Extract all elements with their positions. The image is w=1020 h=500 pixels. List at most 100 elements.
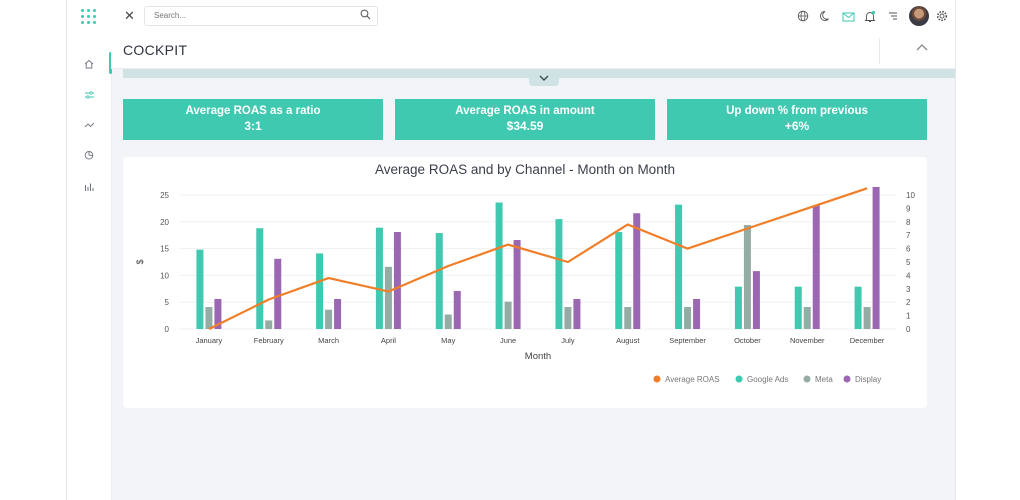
legend-label: Meta: [815, 375, 833, 384]
kpi-value: +6%: [784, 119, 810, 133]
search-input[interactable]: [152, 10, 346, 21]
legend-marker: [735, 375, 743, 383]
search-box[interactable]: [144, 6, 378, 26]
bar-meta: [504, 301, 512, 329]
bar-google-ads: [375, 227, 383, 329]
gear-icon[interactable]: [935, 9, 949, 23]
bar-meta: [624, 307, 632, 329]
kpi-value: $34.59: [506, 119, 544, 133]
x-tick-label: May: [441, 336, 455, 345]
bar-meta: [684, 307, 692, 329]
line-average-roas: [208, 187, 868, 330]
bar-google-ads: [196, 249, 204, 329]
y-tick-label: 10: [160, 271, 169, 280]
chart-card: Average ROAS and by Channel - Month on M…: [123, 157, 927, 408]
avatar[interactable]: [909, 6, 929, 26]
bar-meta: [564, 307, 572, 329]
bar-display: [872, 186, 880, 329]
header-divider: [879, 38, 880, 64]
x-tick-label: April: [381, 336, 396, 345]
mail-icon[interactable]: [841, 9, 855, 23]
search-icon[interactable]: [360, 9, 371, 20]
y2-tick-label: 3: [906, 285, 911, 294]
bar-display: [453, 290, 461, 329]
app-frame: ✕ COCKPIT Averag: [66, 0, 956, 500]
kpi-label: Up down % from previous: [726, 105, 868, 117]
logo-icon[interactable]: [81, 9, 97, 25]
x-tick-label: July: [561, 336, 575, 345]
x-tick-label: October: [734, 336, 761, 345]
bar-google-ads: [675, 204, 683, 329]
bar-meta: [384, 266, 392, 329]
kpi-label: Average ROAS in amount: [455, 105, 595, 117]
sidebar: [67, 0, 112, 500]
bar-display: [274, 258, 282, 329]
bar-meta: [743, 225, 751, 329]
y-tick-label: 20: [160, 218, 169, 227]
y2-tick-label: 8: [906, 218, 911, 227]
legend-label: Display: [855, 375, 881, 384]
y2-tick-label: 4: [906, 271, 911, 280]
expand-filters-button[interactable]: [529, 69, 559, 86]
bar-google-ads: [854, 286, 862, 329]
y2-tick-label: 6: [906, 245, 911, 254]
sliders-icon: [84, 91, 94, 99]
y2-tick-label: 7: [906, 231, 911, 240]
bar-chart-icon: [85, 183, 94, 191]
x-tick-label: January: [196, 336, 223, 345]
y-tick-label: 5: [165, 298, 170, 307]
page-title: COCKPIT: [123, 42, 188, 58]
bar-meta: [803, 307, 811, 329]
x-tick-label: March: [318, 336, 339, 345]
bar-display: [573, 298, 581, 329]
y-axis-label: $: [135, 259, 145, 264]
bar-google-ads: [555, 219, 563, 329]
globe-icon[interactable]: [796, 9, 810, 23]
x-tick-label: February: [254, 336, 284, 345]
legend-marker: [803, 375, 811, 383]
bar-meta: [325, 309, 333, 329]
sidebar-item-reports[interactable]: [67, 177, 111, 197]
legend-label: Google Ads: [747, 375, 788, 384]
sidebar-item-home[interactable]: [67, 54, 111, 74]
bar-display: [513, 240, 521, 329]
kpi-label: Average ROAS as a ratio: [185, 105, 321, 117]
bar-google-ads: [734, 286, 742, 329]
legend-marker: [843, 375, 851, 383]
y2-tick-label: 10: [906, 191, 915, 200]
legend-label: Average ROAS: [665, 375, 720, 384]
close-icon[interactable]: ✕: [124, 8, 135, 24]
roas-chart: 0 5 10 15 20 25 0 1 2 3 4 5 6 7 8 9 10 $ January February Ma…: [135, 186, 915, 384]
bar-display: [334, 298, 342, 329]
chevron-down-icon: [539, 75, 549, 81]
x-tick-label: September: [669, 336, 706, 345]
bar-display: [633, 213, 641, 329]
bar-display: [752, 271, 760, 329]
sidebar-item-breakdown[interactable]: [67, 145, 111, 165]
sidebar-item-trends[interactable]: [67, 115, 111, 135]
bar-display: [393, 231, 401, 329]
topbar: ✕: [111, 0, 955, 33]
y2-tick-label: 5: [906, 258, 911, 267]
y2-tick-label: 2: [906, 298, 911, 307]
chevron-up-icon[interactable]: [915, 42, 929, 52]
x-axis-label: Month: [525, 351, 551, 362]
bar-meta: [863, 307, 871, 329]
kpi-card-roas-amount: Average ROAS in amount $34.59: [395, 99, 655, 140]
x-tick-label: June: [500, 336, 516, 345]
bar-google-ads: [794, 286, 802, 329]
y-tick-label: 15: [160, 245, 169, 254]
kpi-value: 3:1: [244, 119, 262, 133]
bar-meta: [205, 307, 213, 329]
kpi-card-change: Up down % from previous +6%: [667, 99, 927, 140]
y2-tick-label: 0: [906, 325, 911, 334]
bar-google-ads: [316, 253, 324, 329]
menu-icon[interactable]: [886, 9, 900, 23]
sidebar-item-adjustments[interactable]: [67, 85, 111, 105]
x-tick-label: December: [850, 336, 885, 345]
moon-icon[interactable]: [819, 9, 833, 23]
y-tick-label: 0: [165, 325, 170, 334]
y-tick-label: 25: [160, 191, 169, 200]
bar-google-ads: [256, 228, 264, 329]
bell-icon[interactable]: [863, 9, 877, 23]
